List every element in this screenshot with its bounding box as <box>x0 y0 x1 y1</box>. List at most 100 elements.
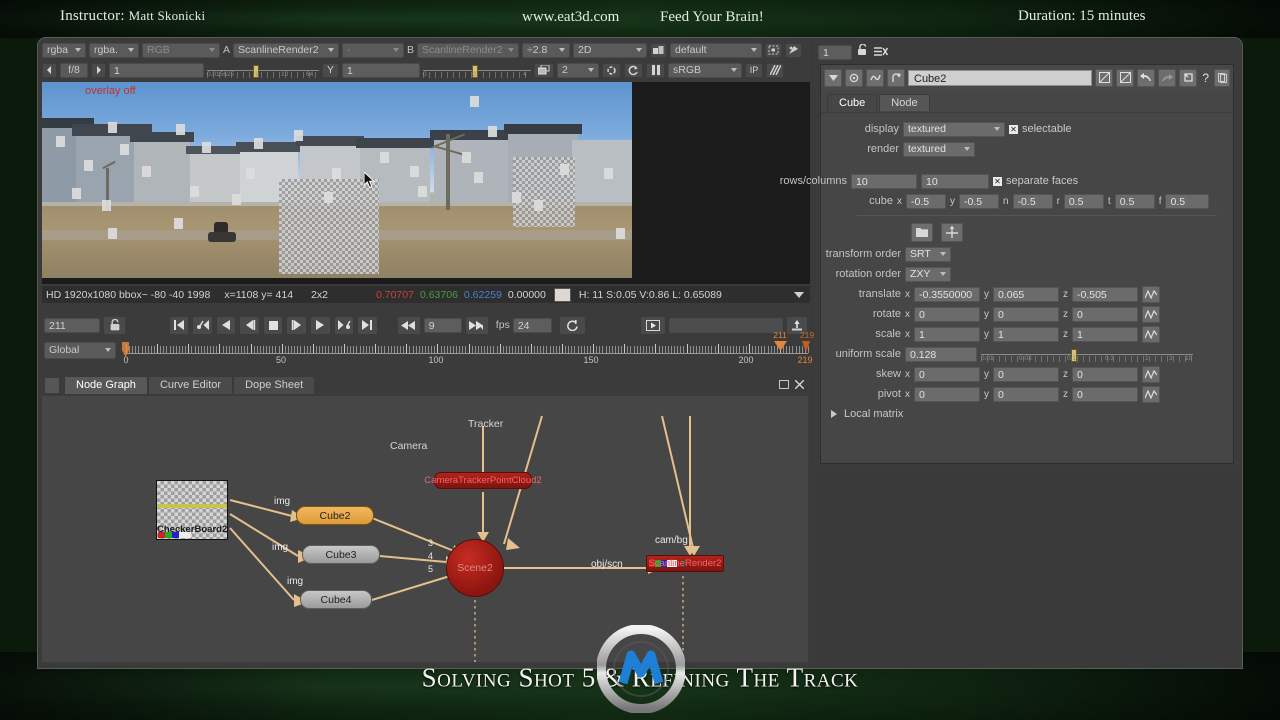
unlock-icon[interactable] <box>857 42 869 62</box>
refresh-icon[interactable] <box>602 62 621 78</box>
playback-range-field[interactable] <box>668 317 783 333</box>
translate-anim-icon[interactable] <box>1142 285 1160 303</box>
blend-mode-dropdown[interactable]: - <box>342 42 405 58</box>
colorspace-dropdown[interactable]: sRGB <box>668 62 742 78</box>
node-cube4[interactable]: Cube4 <box>300 590 372 609</box>
panel-grip-icon[interactable] <box>44 377 60 394</box>
rect-slash-icon-1[interactable] <box>1095 68 1114 87</box>
panel-maximize-icon[interactable] <box>779 376 789 394</box>
rect-slash-icon-2[interactable] <box>1116 68 1135 87</box>
loop-icon[interactable] <box>559 315 586 335</box>
skew-anim-icon[interactable] <box>1142 365 1160 383</box>
local-matrix-row[interactable]: Local matrix <box>827 404 1227 424</box>
cube-n-field[interactable]: -0.5 <box>1012 193 1053 209</box>
properties-index-field[interactable]: 1 <box>818 45 852 60</box>
float-icon[interactable] <box>1214 68 1230 87</box>
node-cameratrackerpointcloud2[interactable]: CameraTrackerPointCloud2 <box>424 472 542 489</box>
ip-icon[interactable]: IP <box>745 62 763 78</box>
viewer-image-area[interactable]: overlay off <box>42 82 810 284</box>
gain-slider[interactable]: 0.015625 1 10 64 <box>207 63 319 78</box>
circle-icon[interactable] <box>845 68 863 87</box>
range-mode-dropdown[interactable]: Global <box>44 341 116 359</box>
node-cube3[interactable]: Cube3 <box>302 545 380 564</box>
transform-order-dropdown[interactable]: SRT <box>905 246 951 262</box>
uniform-scale-slider[interactable]: 0.01 0.03 0.1 0.3 13 10 <box>981 347 1193 362</box>
current-frame-field[interactable]: 211 <box>44 317 101 333</box>
last-frame-button[interactable] <box>357 315 378 335</box>
timeline-ruler[interactable]: 0 50 100 150 200 219 211 219 <box>123 330 814 366</box>
camera-icon[interactable] <box>650 42 668 58</box>
sync-icon[interactable] <box>624 62 643 78</box>
proxy-icon[interactable] <box>534 62 554 78</box>
play-forward-button[interactable] <box>309 315 331 335</box>
channels2-dropdown[interactable]: rgba. <box>89 42 139 58</box>
revert-icon[interactable] <box>1179 68 1198 87</box>
node-scene2[interactable]: Scene2 <box>446 539 504 597</box>
step-back-button[interactable] <box>239 315 260 335</box>
separate-faces-checkbox[interactable]: ✕ <box>993 176 1002 186</box>
checker-icon[interactable] <box>766 62 784 78</box>
translate-x-field[interactable]: -0.3550000 <box>914 286 980 302</box>
triangle-down-icon[interactable] <box>824 68 842 87</box>
gain-dropdown[interactable]: ÷2.8 <box>522 42 571 58</box>
close-all-icon[interactable] <box>874 44 889 62</box>
skew-y-field[interactable]: 0 <box>993 366 1059 382</box>
rotate-x-field[interactable]: 0 <box>914 306 980 322</box>
link-icon[interactable] <box>887 68 905 87</box>
channels-dropdown[interactable]: rgba <box>42 42 86 58</box>
gamma-toggle[interactable]: Y <box>322 62 339 78</box>
fps-field[interactable]: 24 <box>512 317 553 333</box>
folder-icon[interactable] <box>911 222 933 242</box>
lock-icon[interactable] <box>103 315 126 335</box>
pivot-anim-icon[interactable] <box>1142 385 1160 403</box>
node-graph-canvas[interactable]: CheckerBoard2 Cube2 Cube3 Cube4 CameraTr… <box>42 396 808 662</box>
step-forward-button[interactable] <box>286 315 307 335</box>
rewind-icon[interactable] <box>396 315 421 335</box>
render-dropdown[interactable]: textured <box>903 141 975 157</box>
uniform-scale-field[interactable]: 0.128 <box>905 346 977 362</box>
pivot-y-field[interactable]: 0 <box>993 386 1059 402</box>
b-input-dropdown[interactable]: ScanlineRender2 <box>417 42 520 58</box>
scale-y-field[interactable]: 1 <box>993 326 1059 342</box>
cube-r-field[interactable]: 0.5 <box>1063 193 1104 209</box>
tab-curve-editor[interactable]: Curve Editor <box>147 376 234 394</box>
node-cube2[interactable]: Cube2 <box>296 506 374 525</box>
columns-field[interactable]: 10 <box>921 173 989 189</box>
undo-icon[interactable] <box>1137 68 1156 87</box>
gain-input[interactable]: 1 <box>109 62 204 78</box>
translate-z-field[interactable]: -0.505 <box>1072 286 1138 302</box>
scale-x-field[interactable]: 1 <box>914 326 980 342</box>
fast-forward-icon[interactable] <box>464 315 489 335</box>
cube-f-field[interactable]: 0.5 <box>1165 193 1210 209</box>
cube-y-field[interactable]: -0.5 <box>959 193 999 209</box>
tab-node-graph[interactable]: Node Graph <box>64 376 148 394</box>
wipe-icon[interactable] <box>785 42 803 58</box>
viewer-process-dropdown[interactable]: default <box>670 42 763 58</box>
mask-icon[interactable] <box>866 68 884 87</box>
gamma-slider[interactable]: 024 <box>423 63 531 78</box>
chevron-left-icon[interactable] <box>42 62 57 78</box>
status-expand-icon[interactable] <box>794 289 804 301</box>
chevron-right-icon[interactable] <box>91 62 106 78</box>
gamma-input[interactable]: 1 <box>342 62 420 78</box>
rotate-y-field[interactable]: 0 <box>993 306 1059 322</box>
move-axis-icon[interactable] <box>941 222 963 242</box>
rotation-order-dropdown[interactable]: ZXY <box>905 266 951 282</box>
rotate-z-field[interactable]: 0 <box>1072 306 1138 322</box>
translate-y-field[interactable]: 0.065 <box>993 286 1059 302</box>
skew-z-field[interactable]: 0 <box>1072 366 1138 382</box>
play-backwards-button[interactable] <box>215 315 237 335</box>
downres-dropdown[interactable]: 2 <box>557 62 599 78</box>
cube-x-field[interactable]: -0.5 <box>906 193 946 209</box>
tab-dope-sheet[interactable]: Dope Sheet <box>233 376 316 394</box>
node-checkerboard2[interactable]: CheckerBoard2 <box>156 480 228 540</box>
pause-icon[interactable] <box>646 62 665 78</box>
scale-anim-icon[interactable] <box>1142 325 1160 343</box>
cube-t-field[interactable]: 0.5 <box>1114 193 1155 209</box>
next-keyframe-button[interactable] <box>333 315 355 335</box>
scale-z-field[interactable]: 1 <box>1072 326 1138 342</box>
display-dropdown[interactable]: textured <box>903 121 1005 137</box>
tab-cube[interactable]: Cube <box>827 94 878 112</box>
panel-close-icon[interactable] <box>794 376 805 394</box>
expand-triangle-icon[interactable] <box>831 410 837 418</box>
